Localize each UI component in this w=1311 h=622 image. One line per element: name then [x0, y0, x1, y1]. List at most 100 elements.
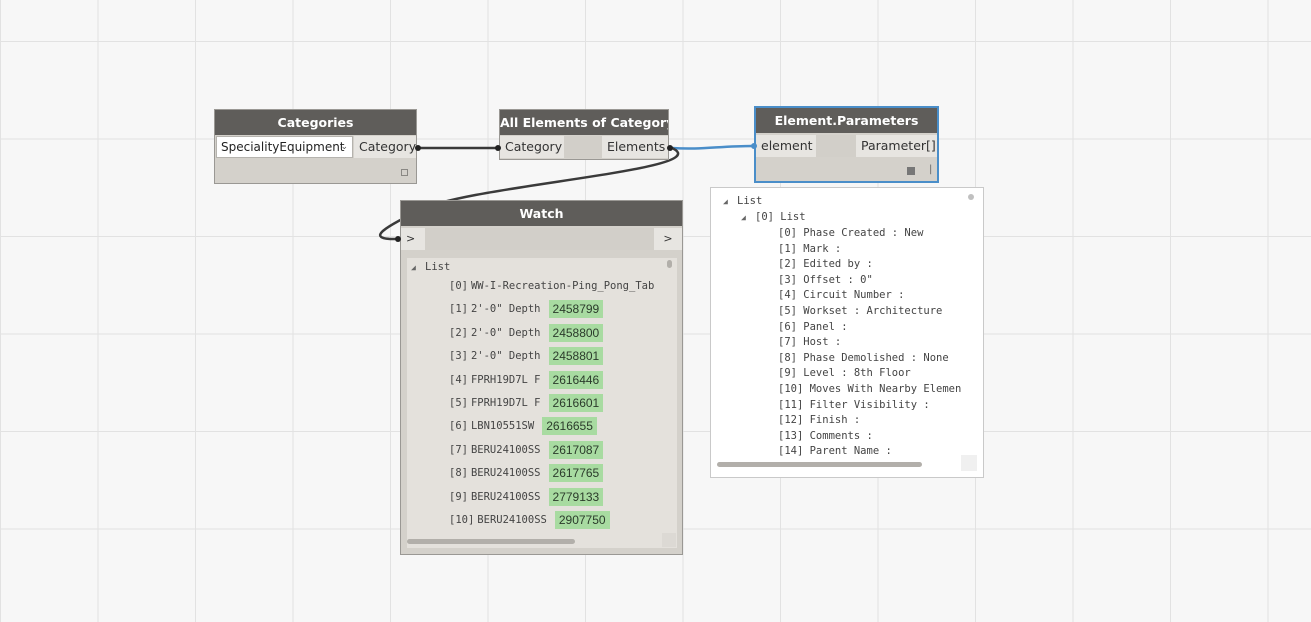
list-item-label: BERU24100SS [477, 514, 547, 526]
square-icon[interactable] [401, 169, 408, 176]
list-item-label: BERU24100SS [470, 467, 541, 480]
list-item[interactable]: [9] BERU24100SS 2779133 [449, 487, 604, 506]
all-elements-of-category-node[interactable]: All Elements of Category Category Elemen… [499, 109, 669, 160]
list-item[interactable]: [5] FPRH19D7L F 2616601 [449, 394, 604, 412]
element-id-tag[interactable]: 2458800 [548, 323, 604, 342]
element-id-tag[interactable]: 2458799 [548, 300, 604, 319]
port-spacer [425, 228, 654, 250]
list-item-label: 2'-0" Depth [470, 303, 541, 316]
port-dot [667, 145, 673, 151]
horizontal-scrollbar[interactable] [407, 539, 575, 544]
list-header[interactable]: ◢ List [411, 258, 450, 276]
parameter-item[interactable]: [9] Level : 8th Floor [778, 366, 911, 381]
square-icon[interactable] [907, 167, 915, 175]
list-item-label: FPRH19D7L F [470, 373, 541, 386]
list-item-index: [1] [449, 303, 468, 316]
list-item-index: [9] [449, 490, 468, 503]
list-item-label: WW-I-Recreation-Ping_Pong_Tab [470, 280, 655, 292]
element-id-tag[interactable]: 2779133 [548, 487, 604, 506]
port-dot [751, 143, 757, 149]
list-item[interactable]: [8] BERU24100SS 2617765 [449, 464, 604, 483]
scroll-corner [662, 533, 676, 547]
input-port-element[interactable]: element [756, 135, 816, 157]
port-spacer [816, 135, 856, 157]
list-item-index: [6] [449, 420, 468, 433]
parameter-item[interactable]: [14] Parent Name : [778, 444, 892, 459]
list-item[interactable]: [1] 2'-0" Depth 2458799 [449, 300, 604, 319]
list-item-label: BERU24100SS [470, 490, 541, 503]
parameter-item[interactable]: [8] Phase Demolished : None [778, 351, 949, 366]
list-item[interactable]: [2] 2'-0" Depth 2458800 [449, 323, 604, 342]
list-item-label: LBN10551SW [470, 420, 535, 433]
list-item-index: [0] [449, 280, 468, 292]
node-title: All Elements of Category [500, 110, 668, 135]
parameter-item[interactable]: [2] Edited by : [778, 257, 873, 272]
dropdown-value: SpecialityEquipment [221, 140, 345, 154]
triangle-down-icon[interactable]: ◢ [411, 259, 425, 277]
list-item-index: [2] [449, 326, 468, 339]
port-dot [495, 145, 501, 151]
chevron-down-icon: ⌄ [340, 142, 348, 152]
list-item-index: [5] [449, 397, 468, 409]
wire-elements-to-element-parameters[interactable] [671, 144, 754, 150]
list-item-label: FPRH19D7L F [470, 397, 541, 409]
output-port[interactable]: > [654, 228, 682, 250]
port-dot [415, 145, 421, 151]
triangle-down-icon[interactable]: ◢ [741, 210, 755, 225]
element-id-tag[interactable]: 2458801 [548, 347, 604, 366]
list-item-index: [8] [449, 467, 468, 480]
horizontal-scrollbar[interactable] [717, 462, 922, 467]
element-parameters-node[interactable]: Element.Parameters element Parameter[] | [754, 106, 939, 183]
port-dot [395, 236, 401, 242]
parameter-item[interactable]: [4] Circuit Number : [778, 288, 904, 303]
element-id-tag[interactable]: 2907750 [554, 511, 610, 529]
category-dropdown[interactable]: SpecialityEquipment ⌄ [216, 136, 353, 158]
triangle-down-icon[interactable]: ◢ [723, 194, 737, 209]
output-port-elements[interactable]: Elements [602, 136, 668, 158]
element-id-tag[interactable]: 2617087 [548, 440, 604, 459]
element-id-tag[interactable]: 2616601 [548, 394, 604, 412]
list-item-label: 2'-0" Depth [470, 326, 541, 339]
parameter-item[interactable]: [12] Finish : [778, 413, 860, 428]
parameter-item[interactable]: [5] Workset : Architecture [778, 304, 942, 319]
parameter-item[interactable]: [0] Phase Created : New [778, 226, 923, 241]
input-port[interactable]: > [401, 228, 425, 250]
preview-bar-icon: | [929, 164, 933, 175]
list-item[interactable]: [6] LBN10551SW 2616655 [449, 417, 597, 436]
list-item-index: [4] [449, 373, 468, 386]
element-parameters-preview[interactable]: ◢ List ◢ [0] List [0] Phase Created : New[… [710, 187, 984, 478]
list-item[interactable]: [3] 2'-0" Depth 2458801 [449, 347, 604, 366]
list-item-label: 2'-0" Depth [470, 350, 541, 363]
list-item-index: [7] [449, 443, 468, 456]
parameter-item[interactable]: [6] Panel : [778, 320, 848, 335]
output-port-category[interactable]: Category [354, 136, 416, 158]
parameter-item[interactable]: [13] Comments : [778, 429, 873, 444]
watch-node[interactable]: Watch > > ◢ List [0] WW-I-Recreation-Ping_… [400, 200, 683, 555]
parameter-item[interactable]: [3] Offset : 0" [778, 273, 873, 288]
preview-close-dot[interactable] [968, 194, 974, 200]
list-item[interactable]: [4] FPRH19D7L F 2616446 [449, 370, 604, 389]
parameter-item[interactable]: [7] Host : [778, 335, 841, 350]
parameter-item[interactable]: [11] Filter Visibility : [778, 398, 930, 413]
scroll-corner [961, 455, 977, 471]
list-item[interactable]: [10] BERU24100SS 2907750 [449, 511, 610, 529]
output-port-parameters[interactable]: Parameter[] [856, 135, 937, 157]
port-spacer [564, 136, 602, 158]
list-item[interactable]: [7] BERU24100SS 2617087 [449, 440, 604, 459]
input-port-category[interactable]: Category [500, 136, 564, 158]
element-id-tag[interactable]: 2616446 [548, 370, 604, 389]
watch-list[interactable]: ◢ List [0] WW-I-Recreation-Ping_Pong_Tab [1… [407, 258, 677, 548]
vertical-scrollbar[interactable] [667, 260, 672, 268]
list-item-index: [10] [449, 514, 475, 526]
node-title: Element.Parameters [756, 108, 937, 133]
element-id-tag[interactable]: 2617765 [548, 464, 604, 483]
parameter-item[interactable]: [1] Mark : [778, 242, 841, 257]
node-title: Categories [215, 110, 416, 135]
list-item[interactable]: [0] WW-I-Recreation-Ping_Pong_Tab [449, 277, 654, 295]
element-id-tag[interactable]: 2616655 [542, 417, 597, 436]
parameter-item[interactable]: [10] Moves With Nearby Elemen [778, 382, 961, 397]
preview-sublist[interactable]: ◢ [0] List [741, 210, 806, 225]
preview-root[interactable]: ◢ List [723, 194, 762, 209]
list-item-label: BERU24100SS [470, 443, 541, 456]
categories-node[interactable]: Categories SpecialityEquipment ⌄ Categor… [214, 109, 417, 184]
